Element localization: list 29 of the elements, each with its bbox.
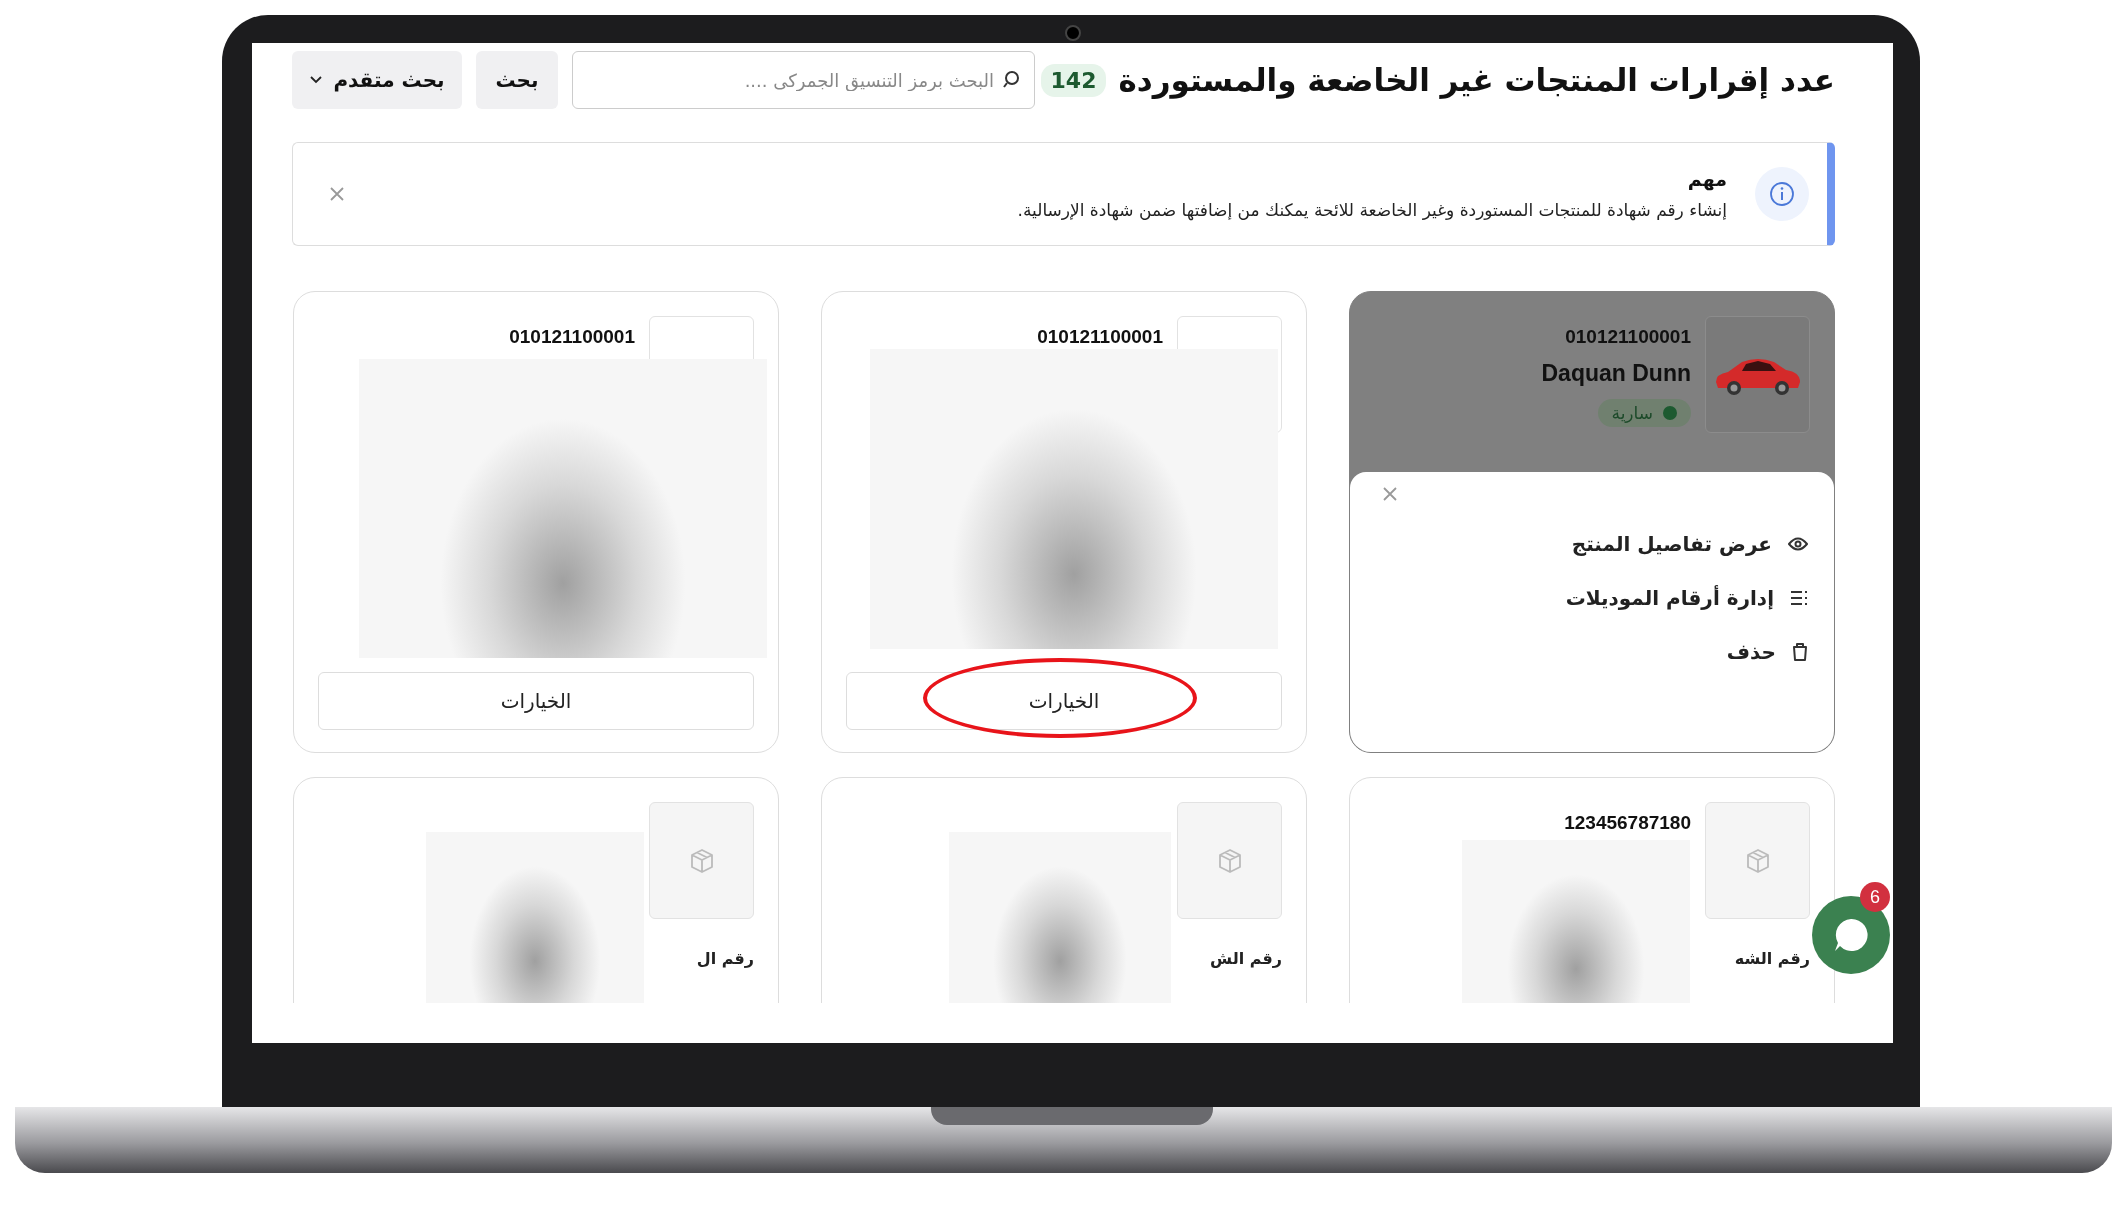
count-badge: 142 bbox=[1040, 63, 1107, 97]
search-field[interactable]: البحث برمز التنسيق الجمركى .... bbox=[572, 51, 1035, 109]
product-code: 010121100001 bbox=[509, 326, 635, 348]
advanced-search-button[interactable]: بحث متقدم bbox=[292, 51, 462, 109]
options-button[interactable]: الخيارات bbox=[318, 672, 754, 730]
certificate-label: رقم الشه bbox=[1734, 949, 1810, 968]
list-icon bbox=[1790, 590, 1808, 606]
options-button[interactable]: الخيارات bbox=[846, 672, 1282, 730]
certificate-label: رقم ال bbox=[696, 949, 754, 968]
search-button[interactable]: بحث bbox=[476, 51, 558, 109]
certificate-label: رقم الش bbox=[1210, 949, 1282, 968]
notice-message: إنشاء رقم شهادة للمنتجات المستوردة وغير الخاضعة للائحة يمكنك من إضافتها ضمن شهادة الإرسالية. bbox=[1016, 200, 1727, 220]
product-code: 123456787180 bbox=[1564, 812, 1691, 834]
eye-icon bbox=[1788, 536, 1808, 552]
notification-badge: 6 bbox=[1860, 882, 1890, 912]
product-code: 010121100001 bbox=[1565, 326, 1691, 348]
chevron-icon bbox=[309, 75, 324, 85]
status-label: سارية bbox=[1611, 403, 1653, 423]
menu-item[interactable]: حذف bbox=[1372, 640, 1812, 664]
page-title: عدد إقرارات المنتجات غير الخاضعة والمستوردة bbox=[1118, 62, 1835, 98]
close-button[interactable] bbox=[1382, 486, 1398, 502]
close-button[interactable] bbox=[329, 186, 345, 202]
notice-title: مهم bbox=[1686, 168, 1727, 190]
trash-icon bbox=[1792, 642, 1808, 662]
menu-item[interactable]: إدارة أرقام الموديلات bbox=[1372, 586, 1812, 610]
camera-icon bbox=[1065, 25, 1081, 41]
product-name: Daquan Dunn bbox=[1541, 360, 1691, 387]
product-code: 010121100001 bbox=[1037, 326, 1163, 348]
menu-item[interactable]: عرض تفاصيل المنتج bbox=[1372, 532, 1812, 556]
